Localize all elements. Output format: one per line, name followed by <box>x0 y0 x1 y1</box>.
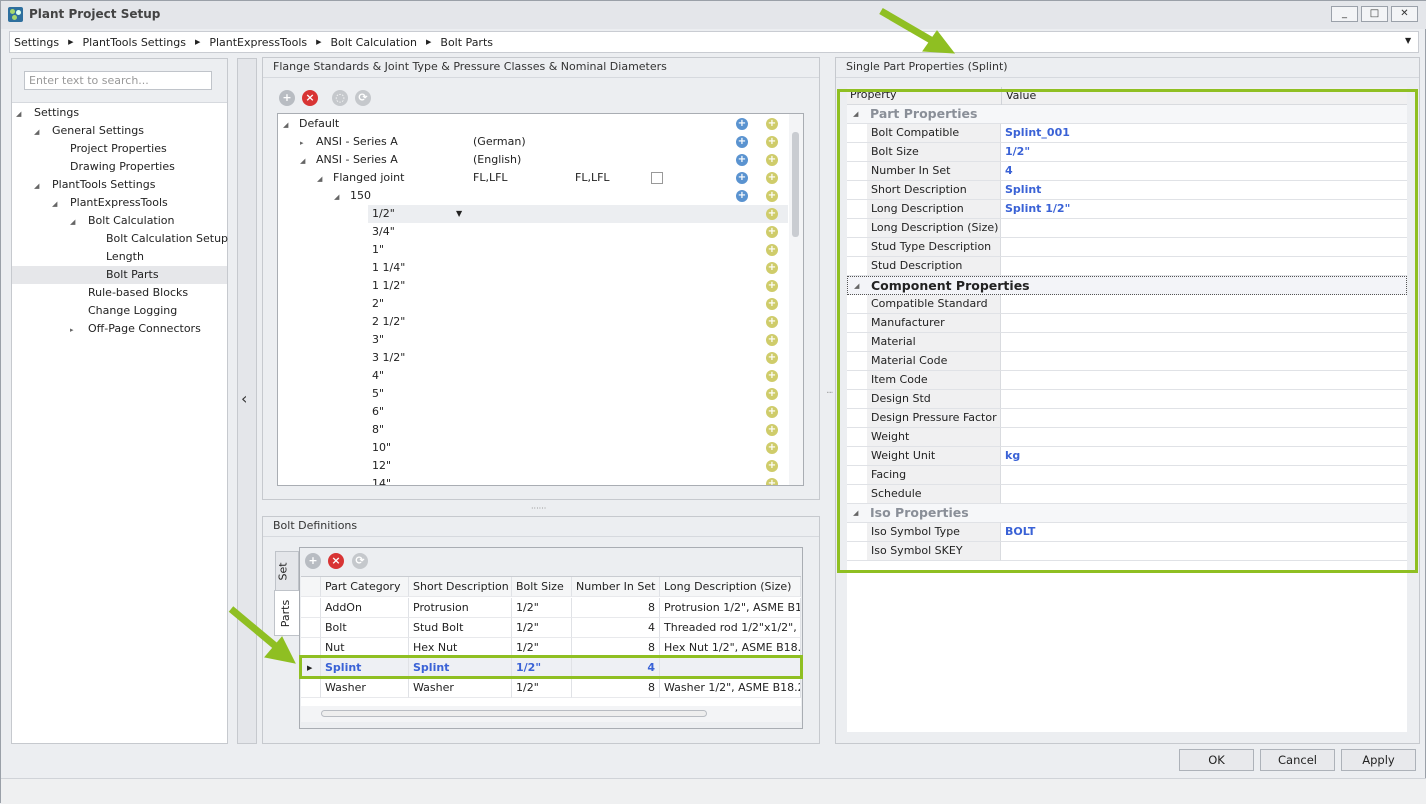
status-bar <box>1 778 1426 804</box>
arrow-icon <box>228 7 956 664</box>
annotation-arrows <box>228 7 956 664</box>
ok-button[interactable]: OK <box>1179 749 1254 771</box>
cancel-button[interactable]: Cancel <box>1260 749 1335 771</box>
apply-button[interactable]: Apply <box>1341 749 1416 771</box>
